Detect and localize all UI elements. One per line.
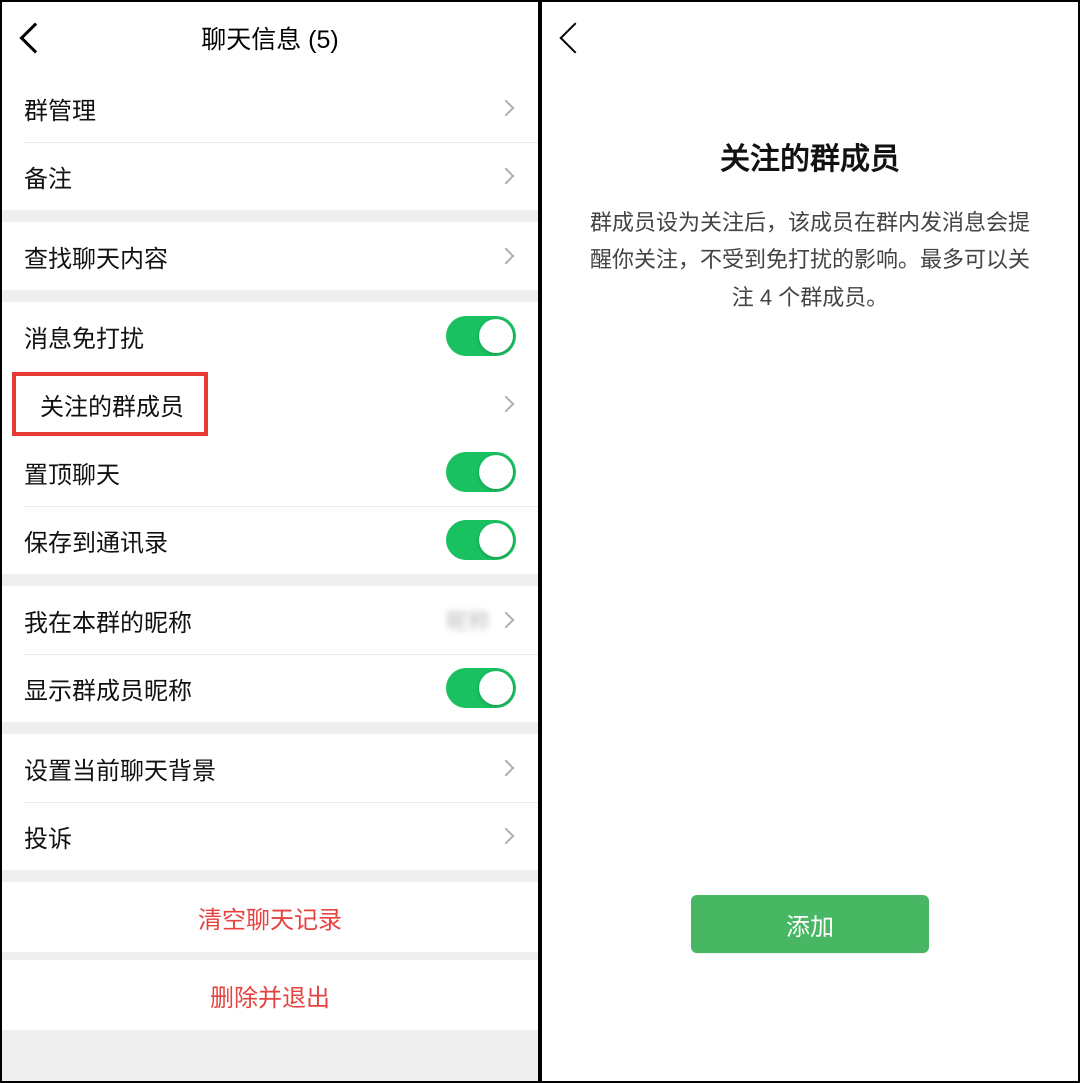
add-button-label: 添加 [786, 907, 834, 942]
chevron-left-icon [19, 22, 50, 53]
my-alias-row[interactable]: 我在本群的昵称 昵称 [2, 586, 538, 654]
navbar: 聊天信息 (5) [2, 2, 538, 74]
group-destructive: 清空聊天记录 删除并退出 [2, 882, 538, 1030]
chat-settings-screen: 聊天信息 (5) 群管理 备注 查找聊天内容 消息免打扰 [0, 0, 540, 1083]
leave-group-button[interactable]: 删除并退出 [2, 960, 538, 1030]
chevron-right-icon [498, 396, 515, 413]
complaint-row[interactable]: 投诉 [2, 802, 538, 870]
toggle-knob [479, 319, 513, 353]
pin-chat-row[interactable]: 置顶聊天 [2, 438, 538, 506]
chevron-right-icon [498, 612, 515, 629]
chevron-right-icon [498, 828, 515, 845]
group-management-row[interactable]: 群管理 [2, 74, 538, 142]
row-label: 清空聊天记录 [198, 900, 342, 935]
section-divider [2, 290, 538, 302]
mute-toggle[interactable] [446, 316, 516, 356]
row-label: 设置当前聊天背景 [24, 751, 500, 786]
row-label: 消息免打扰 [24, 319, 446, 354]
group-search: 查找聊天内容 [2, 222, 538, 290]
row-label: 备注 [24, 159, 500, 194]
page-title: 聊天信息 (5) [2, 20, 538, 56]
section-divider [2, 952, 538, 960]
section-divider [2, 210, 538, 222]
row-label: 我在本群的昵称 [24, 603, 446, 638]
my-alias-value: 昵称 [446, 604, 490, 636]
remark-row[interactable]: 备注 [2, 142, 538, 210]
row-label: 群管理 [24, 91, 500, 126]
search-chat-row[interactable]: 查找聊天内容 [2, 222, 538, 290]
add-button[interactable]: 添加 [691, 895, 929, 953]
clear-history-button[interactable]: 清空聊天记录 [2, 882, 538, 952]
chevron-right-icon [498, 248, 515, 265]
section-divider [2, 870, 538, 882]
group-alias: 我在本群的昵称 昵称 显示群成员昵称 [2, 586, 538, 722]
mute-row[interactable]: 消息免打扰 [2, 302, 538, 370]
section-divider [2, 574, 538, 586]
empty-state-title: 关注的群成员 [720, 134, 900, 178]
follow-members-highlight: 关注的群成员 [2, 370, 538, 438]
chevron-right-icon [498, 760, 515, 777]
settings-scroll[interactable]: 群管理 备注 查找聊天内容 消息免打扰 关注 [2, 74, 538, 1081]
save-contacts-row[interactable]: 保存到通讯录 [2, 506, 538, 574]
row-label: 置顶聊天 [24, 455, 446, 490]
follow-members-row[interactable]: 关注的群成员 [2, 370, 538, 438]
show-alias-toggle[interactable] [446, 668, 516, 708]
chevron-right-icon [498, 168, 515, 185]
row-label: 关注的群成员 [40, 387, 500, 422]
group-notify: 消息免打扰 关注的群成员 置顶聊天 保存到通讯录 [2, 302, 538, 574]
row-label: 投诉 [24, 819, 500, 854]
show-alias-row[interactable]: 显示群成员昵称 [2, 654, 538, 722]
group-misc: 设置当前聊天背景 投诉 [2, 734, 538, 870]
chevron-right-icon [498, 100, 515, 117]
row-label: 保存到通讯录 [24, 523, 446, 558]
chat-background-row[interactable]: 设置当前聊天背景 [2, 734, 538, 802]
toggle-knob [479, 455, 513, 489]
empty-state-description: 群成员设为关注后，该成员在群内发消息会提醒你关注，不受到免打扰的影响。最多可以关… [542, 204, 1078, 316]
toggle-knob [479, 523, 513, 557]
row-label: 显示群成员昵称 [24, 671, 446, 706]
back-button[interactable] [556, 16, 600, 60]
follow-members-screen: 关注的群成员 群成员设为关注后，该成员在群内发消息会提醒你关注，不受到免打扰的影… [540, 0, 1080, 1083]
row-label: 删除并退出 [210, 978, 330, 1013]
chevron-left-icon [559, 22, 590, 53]
pin-toggle[interactable] [446, 452, 516, 492]
save-contacts-toggle[interactable] [446, 520, 516, 560]
row-label: 查找聊天内容 [24, 239, 500, 274]
section-divider [2, 722, 538, 734]
toggle-knob [479, 671, 513, 705]
bottom-spacer [2, 1030, 538, 1038]
group-basic: 群管理 备注 [2, 74, 538, 210]
back-button[interactable] [16, 16, 60, 60]
navbar [542, 2, 1078, 74]
